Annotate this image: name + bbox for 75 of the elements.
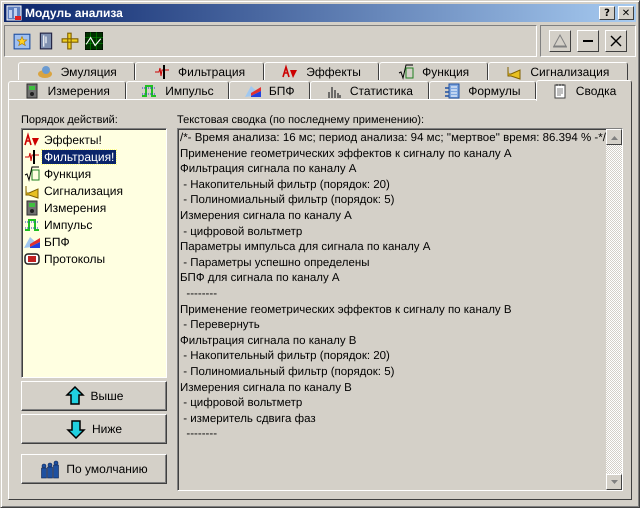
list-item[interactable]: Фильтрация! bbox=[42, 150, 116, 164]
waveform-filter-icon bbox=[154, 64, 170, 80]
summary-line: - измеритель сдвига фаз bbox=[182, 412, 317, 427]
close-button[interactable] bbox=[605, 30, 627, 52]
list-item[interactable]: Импульс bbox=[42, 218, 94, 232]
close-icon bbox=[608, 33, 624, 49]
meter-icon bbox=[24, 82, 40, 98]
summary-line: /*- Время анализа: 16 мс; период анализа: 94 мс; ''мертвое'' время: 86.394 % -*/ bbox=[180, 131, 604, 146]
summary-line: - Параметры успешно определены bbox=[182, 256, 370, 271]
tab[interactable]: Эффекты bbox=[264, 62, 380, 80]
summary-line: Фильтрация сигнала по каналу A bbox=[180, 162, 358, 178]
tab[interactable]: БПФ bbox=[229, 81, 310, 99]
summary-label: Текстовая сводка (по последнему применению): bbox=[177, 114, 426, 126]
tab[interactable]: Эмуляция bbox=[18, 62, 136, 80]
up-button[interactable]: Выше bbox=[21, 381, 167, 411]
summary-line: - Накопительный фильтр (порядок: 20) bbox=[182, 178, 391, 193]
list-item[interactable]: Сигнализация bbox=[42, 184, 126, 198]
triangle-icon bbox=[552, 33, 568, 49]
triangle-button[interactable] bbox=[549, 30, 571, 52]
up-arrow-icon bbox=[64, 386, 85, 406]
square-root-icon bbox=[24, 166, 40, 182]
minimize-button[interactable] bbox=[577, 30, 599, 52]
summary-line: Измерения сигнала по каналу A bbox=[180, 208, 353, 224]
help-button[interactable]: ? bbox=[599, 6, 615, 20]
summary-line: Применение геометрических эффектов к сигналу по каналу B bbox=[180, 302, 513, 318]
window-title: Модуль анализа bbox=[25, 6, 124, 20]
notepad-icon bbox=[552, 83, 568, 99]
list-item[interactable]: Измерения bbox=[42, 200, 108, 214]
tab[interactable]: Импульс bbox=[126, 81, 230, 99]
tab[interactable]: Сводка bbox=[536, 80, 632, 101]
tab[interactable]: Статистика bbox=[310, 81, 429, 99]
letters-effect-icon bbox=[24, 132, 40, 148]
summary-line: -------- bbox=[185, 286, 218, 302]
people-icon bbox=[40, 459, 60, 479]
list-item[interactable]: Функция bbox=[42, 166, 94, 180]
close-button[interactable]: ✕ bbox=[618, 6, 634, 20]
tab[interactable]: Сигнализация bbox=[488, 62, 628, 80]
app-icon bbox=[6, 5, 22, 21]
scroll-up-button[interactable] bbox=[606, 129, 622, 145]
up-triangle-icon bbox=[610, 134, 618, 140]
summary-line: Параметры импульса для сигнала по каналу A bbox=[180, 240, 432, 256]
pulse-icon bbox=[141, 82, 158, 98]
oscilloscope-icon bbox=[85, 32, 103, 50]
tab[interactable]: Функция bbox=[379, 62, 488, 80]
down-arrow-icon bbox=[66, 419, 86, 439]
summary-line: - Накопительный фильтр (порядок: 20) bbox=[182, 349, 391, 364]
pulse-icon bbox=[24, 216, 40, 232]
letters-effect-icon bbox=[282, 64, 298, 80]
list-label: Порядок действий: bbox=[21, 114, 119, 126]
summary-line: Применение геометрических эффектов к сигналу по каналу A bbox=[180, 146, 513, 162]
summary-line: - Перевернуть bbox=[182, 318, 261, 334]
summary-line: - цифровой вольтметр bbox=[182, 224, 304, 240]
list-item[interactable]: БПФ bbox=[42, 234, 72, 248]
default-button[interactable]: По умолчанию bbox=[21, 454, 167, 484]
list-item[interactable]: Протоколы bbox=[42, 252, 108, 266]
waveform-filter-icon bbox=[24, 148, 40, 164]
down-triangle-icon bbox=[610, 478, 618, 486]
summary-line: - цифровой вольтметр bbox=[182, 396, 304, 412]
tab[interactable]: Измерения bbox=[8, 81, 126, 99]
list-item[interactable]: Эффекты! bbox=[42, 132, 104, 146]
toolbar-button[interactable] bbox=[85, 32, 103, 50]
down-button[interactable]: Ниже bbox=[21, 414, 167, 444]
summary-line: БПФ для сигнала по каналу A bbox=[180, 271, 341, 286]
summary-line: - Полиномиальный фильтр (порядок: 5) bbox=[182, 364, 396, 380]
summary-line: -------- bbox=[185, 427, 218, 442]
scroll-down-button[interactable] bbox=[606, 474, 622, 490]
meter-icon bbox=[24, 200, 40, 216]
star-document-icon bbox=[13, 32, 31, 50]
summary-line: Измерения сигнала по каналу B bbox=[180, 380, 353, 396]
minimize-icon bbox=[583, 40, 593, 42]
summary-line: Фильтрация сигнала по каналу B bbox=[180, 334, 358, 349]
summary-line: - Полиномиальный фильтр (порядок: 5) bbox=[182, 193, 396, 208]
tab[interactable]: Фильтрация bbox=[135, 62, 264, 80]
tab[interactable]: Формулы bbox=[428, 81, 536, 99]
square-root-icon bbox=[398, 64, 414, 80]
